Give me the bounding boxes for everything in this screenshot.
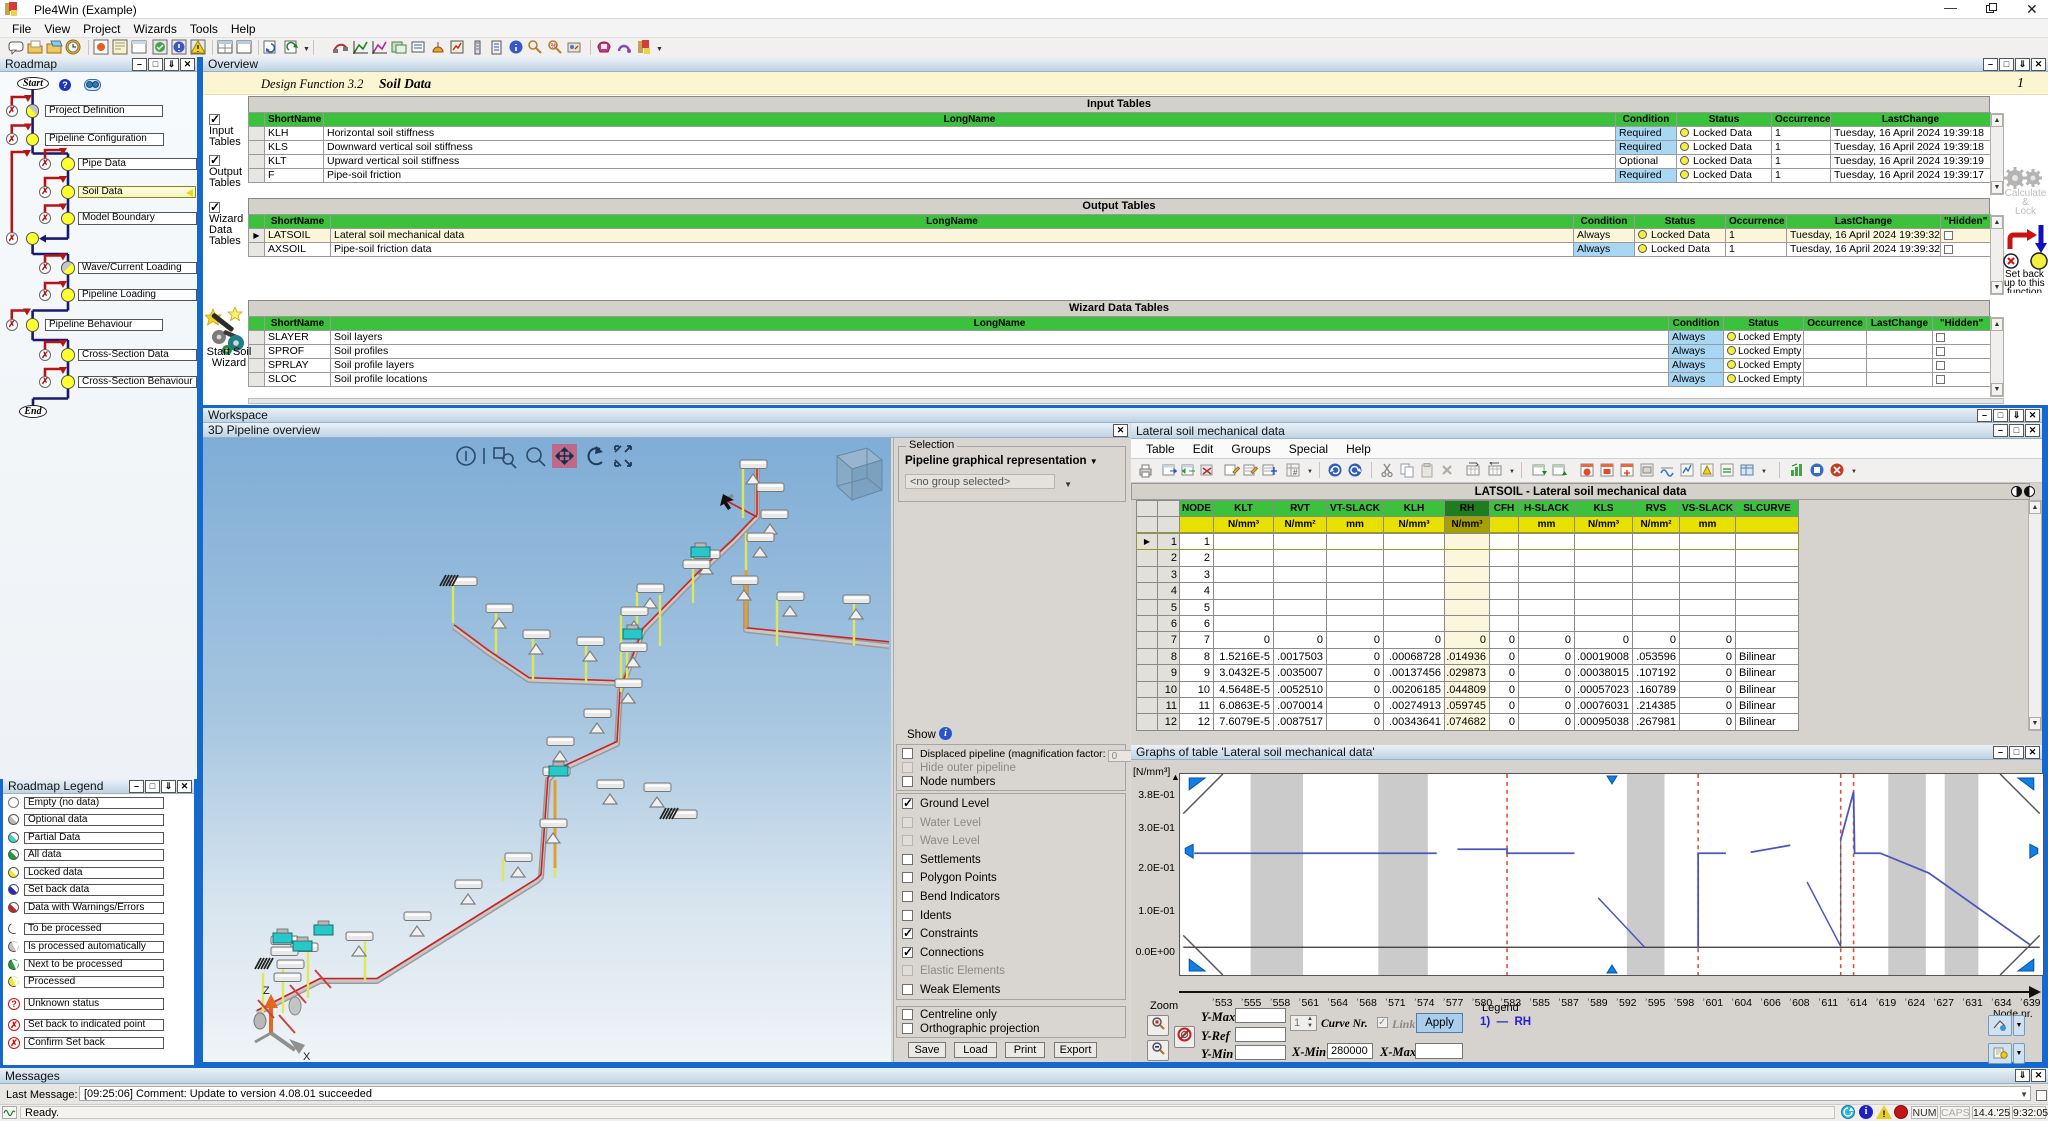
svg-text:Z: Z [263, 985, 270, 997]
svg-text:%: % [550, 43, 556, 50]
svg-text:X: X [303, 1051, 311, 1062]
svg-text:#: # [1293, 468, 1298, 477]
svg-text:function: function [2007, 287, 2042, 293]
